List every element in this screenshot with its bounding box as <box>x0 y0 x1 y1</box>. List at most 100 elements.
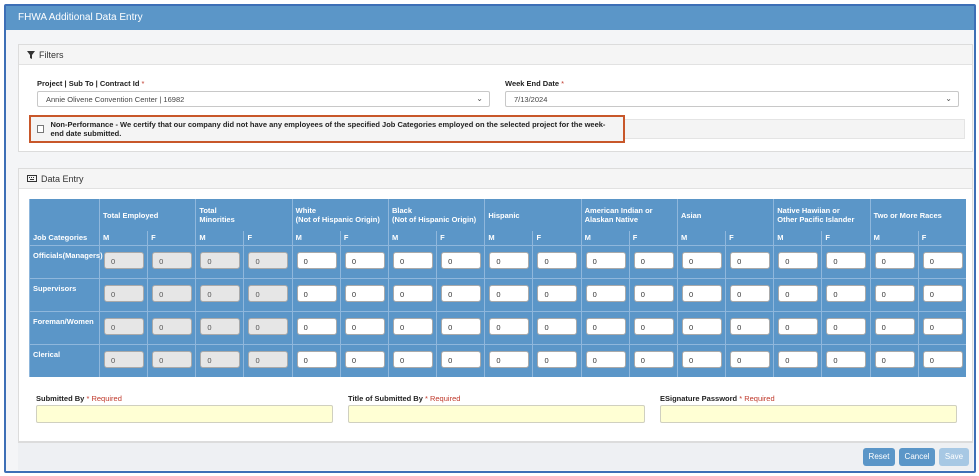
table-cell: 0 <box>676 244 726 278</box>
count-input[interactable]: 0 <box>441 317 482 335</box>
female-column-header: F <box>147 231 196 245</box>
count-input[interactable]: 0 <box>826 317 867 335</box>
count-input[interactable]: 0 <box>344 350 385 368</box>
count-input[interactable]: 0 <box>681 284 722 302</box>
count-input[interactable]: 0 <box>681 251 722 269</box>
count-input[interactable]: 0 <box>296 251 337 269</box>
count-input[interactable]: 0 <box>344 284 385 302</box>
chevron-down-icon: ⌄ <box>476 94 483 103</box>
count-input[interactable]: 0 <box>441 284 482 302</box>
table-cell: 0 <box>821 310 871 344</box>
count-input[interactable]: 0 <box>922 251 963 269</box>
chevron-down-icon: ⌄ <box>945 94 952 103</box>
count-input[interactable]: 0 <box>585 284 626 302</box>
count-input[interactable]: 0 <box>489 284 530 302</box>
cancel-button[interactable]: Cancel <box>899 448 935 466</box>
table-cell: 0 <box>291 277 341 311</box>
count-input[interactable]: 0 <box>537 317 578 335</box>
project-select[interactable]: Annie Olivene Convention Center | 16982 … <box>37 91 490 107</box>
count-input[interactable]: 0 <box>874 317 915 335</box>
count-input[interactable]: 0 <box>344 317 385 335</box>
count-input[interactable]: 0 <box>585 251 626 269</box>
count-input[interactable]: 0 <box>392 317 433 335</box>
count-input[interactable]: 0 <box>489 350 530 368</box>
count-input[interactable]: 0 <box>296 284 337 302</box>
count-input[interactable]: 0 <box>392 350 433 368</box>
table-cell: 0 <box>917 310 967 344</box>
table-cell: 0 <box>532 244 582 278</box>
count-input[interactable]: 0 <box>489 317 530 335</box>
group-header-line2: Alaskan Native <box>584 215 639 224</box>
count-input[interactable]: 0 <box>489 251 530 269</box>
male-column-header: M <box>869 231 919 245</box>
readonly-count-field: 0 <box>152 350 193 368</box>
non-performance-checkbox[interactable] <box>37 125 45 133</box>
group-header-line2: Minorities <box>199 215 235 224</box>
count-input[interactable]: 0 <box>537 251 578 269</box>
count-input[interactable]: 0 <box>826 284 867 302</box>
count-input[interactable]: 0 <box>344 251 385 269</box>
data-entry-header[interactable]: Data Entry <box>19 169 972 189</box>
esignature-label: ESignature Password * Required <box>660 394 775 403</box>
female-column-header: F <box>917 231 967 245</box>
title-submitted-by-input[interactable] <box>348 405 645 423</box>
filters-header[interactable]: Filters <box>19 45 972 65</box>
group-header-line1: Total Employed <box>103 210 159 220</box>
count-input[interactable]: 0 <box>537 350 578 368</box>
count-input[interactable]: 0 <box>874 350 915 368</box>
count-input[interactable]: 0 <box>730 317 771 335</box>
male-column-header: M <box>676 231 726 245</box>
job-category-label: Clerical <box>29 343 100 377</box>
table-cell: 0 <box>195 244 244 278</box>
count-input[interactable]: 0 <box>826 251 867 269</box>
count-input[interactable]: 0 <box>681 350 722 368</box>
count-input[interactable]: 0 <box>778 284 819 302</box>
count-input[interactable]: 0 <box>778 350 819 368</box>
count-input[interactable]: 0 <box>392 284 433 302</box>
count-input[interactable]: 0 <box>922 317 963 335</box>
count-input[interactable]: 0 <box>778 317 819 335</box>
week-end-select[interactable]: 7/13/2024 ⌄ <box>505 91 959 107</box>
count-input[interactable]: 0 <box>441 251 482 269</box>
save-button[interactable]: Save <box>939 448 969 466</box>
male-column-header: M <box>195 231 244 245</box>
count-input[interactable]: 0 <box>392 251 433 269</box>
count-input[interactable]: 0 <box>633 350 674 368</box>
male-column-header: M <box>291 231 341 245</box>
count-input[interactable]: 0 <box>296 317 337 335</box>
count-input[interactable]: 0 <box>537 284 578 302</box>
count-input[interactable]: 0 <box>633 284 674 302</box>
count-input[interactable]: 0 <box>778 251 819 269</box>
filters-panel: Filters Project | Sub To | Contract Id *… <box>18 44 973 152</box>
table-cell: 0 <box>580 277 630 311</box>
count-input[interactable]: 0 <box>681 317 722 335</box>
table-cell: 0 <box>291 310 341 344</box>
count-input[interactable]: 0 <box>874 284 915 302</box>
readonly-count-field: 0 <box>248 284 289 302</box>
count-input[interactable]: 0 <box>633 251 674 269</box>
table-cell: 0 <box>725 310 774 344</box>
table-cell: 0 <box>725 244 774 278</box>
reset-button[interactable]: Reset <box>863 448 895 466</box>
count-input[interactable]: 0 <box>441 350 482 368</box>
count-input[interactable]: 0 <box>585 350 626 368</box>
count-input[interactable]: 0 <box>874 251 915 269</box>
esignature-password-input[interactable] <box>660 405 957 423</box>
male-column-header: M <box>98 231 148 245</box>
count-input[interactable]: 0 <box>633 317 674 335</box>
count-input[interactable]: 0 <box>922 350 963 368</box>
count-input[interactable]: 0 <box>730 251 771 269</box>
count-input[interactable]: 0 <box>730 284 771 302</box>
count-input[interactable]: 0 <box>826 350 867 368</box>
count-input[interactable]: 0 <box>922 284 963 302</box>
table-cell: 0 <box>917 277 967 311</box>
table-cell: 0 <box>243 277 293 311</box>
female-column-header: F <box>532 231 582 245</box>
job-category-label: Foreman/Women <box>29 310 100 344</box>
count-input[interactable]: 0 <box>730 350 771 368</box>
submitted-by-input[interactable] <box>36 405 333 423</box>
table-cell: 0 <box>725 343 774 377</box>
group-header-line1: Native Hawiian or <box>777 206 840 215</box>
count-input[interactable]: 0 <box>296 350 337 368</box>
count-input[interactable]: 0 <box>585 317 626 335</box>
